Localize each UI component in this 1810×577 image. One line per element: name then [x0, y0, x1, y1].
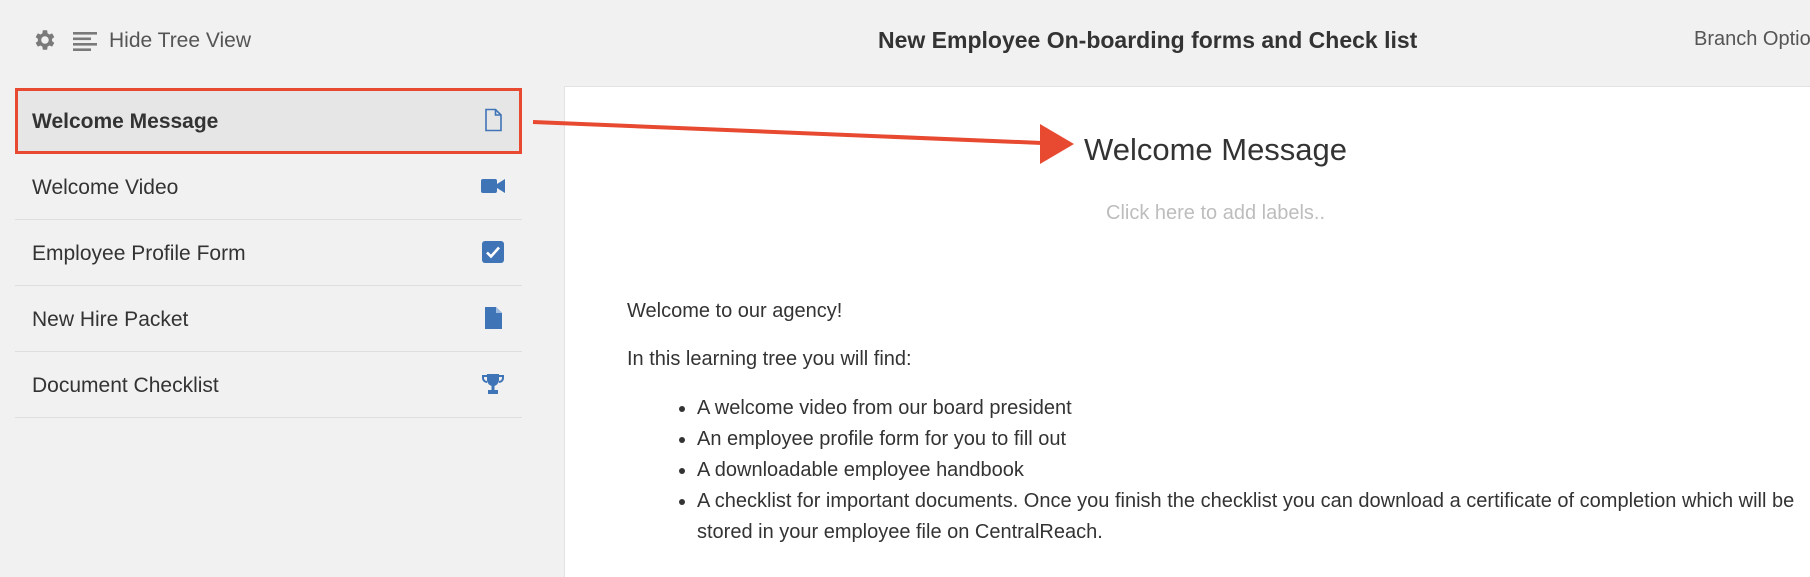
list-item: An employee profile form for you to fill…: [697, 424, 1810, 455]
intro-paragraph: Welcome to our agency!: [627, 300, 843, 322]
checkbox-icon: [482, 241, 504, 263]
list-item: A downloadable employee handbook: [697, 455, 1810, 486]
list-item: A checklist for important documents. Onc…: [697, 486, 1810, 548]
sidebar-item-label: Welcome Video: [32, 176, 179, 199]
add-labels-link[interactable]: Click here to add labels..: [1106, 202, 1325, 225]
sidebar-item-welcome-message[interactable]: Welcome Message: [15, 88, 522, 154]
lead-paragraph: In this learning tree you will find:: [627, 348, 912, 370]
document-outline-icon: [485, 108, 502, 132]
sidebar-item-new-hire-packet[interactable]: New Hire Packet: [15, 286, 522, 352]
tree-toggle-icon[interactable]: [73, 31, 97, 51]
video-camera-icon: [481, 179, 505, 193]
page-title: New Employee On-boarding forms and Check…: [878, 27, 1418, 53]
sidebar-item-label: New Hire Packet: [32, 308, 189, 331]
content-bullet-list: A welcome video from our board president…: [635, 393, 1810, 548]
gear-icon[interactable]: [31, 27, 57, 53]
content-title: Welcome Message: [1084, 132, 1348, 167]
list-item: A welcome video from our board president: [697, 393, 1810, 424]
branch-options-button[interactable]: Branch Optio: [1694, 28, 1810, 51]
tree-sidebar: Welcome Message Welcome Video Employee P…: [15, 88, 522, 418]
sidebar-item-label: Employee Profile Form: [32, 242, 246, 265]
sidebar-item-document-checklist[interactable]: Document Checklist: [15, 352, 522, 418]
sidebar-item-employee-profile-form[interactable]: Employee Profile Form: [15, 220, 522, 286]
content-panel: Welcome Message Click here to add labels…: [564, 86, 1810, 577]
trophy-icon: [482, 374, 504, 394]
sidebar-item-label: Document Checklist: [32, 374, 219, 397]
document-filled-icon: [485, 307, 502, 329]
hide-tree-view-button[interactable]: Hide Tree View: [109, 29, 251, 53]
sidebar-item-label: Welcome Message: [32, 110, 219, 133]
top-bar: Hide Tree View New Employee On-boarding …: [0, 0, 1810, 86]
sidebar-item-welcome-video[interactable]: Welcome Video: [15, 154, 522, 220]
